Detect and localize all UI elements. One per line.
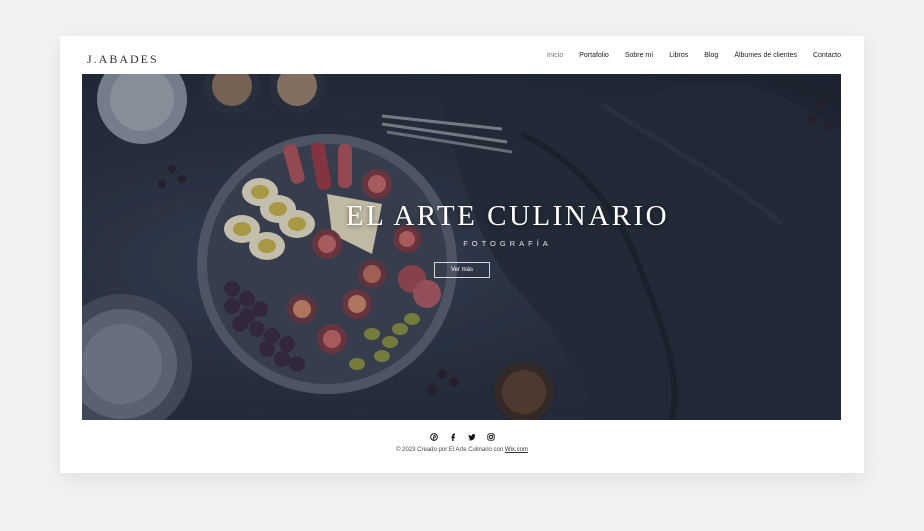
facebook-icon[interactable] (448, 432, 457, 441)
site-frame: J.ABADES Inicio Portafolio Sobre mí Libr… (60, 36, 864, 473)
hero-subtitle: FOTOGRAFÍA (463, 239, 552, 248)
wix-link[interactable]: Wix.com (505, 447, 528, 453)
hero-title: EL ARTE CULINARIO (345, 200, 670, 232)
footer-text: © 2023 Creado por El Arte Culinario con (396, 447, 505, 453)
main-nav: Inicio Portafolio Sobre mí Libros Blog Á… (547, 52, 841, 59)
twitter-icon[interactable] (467, 432, 476, 441)
pinterest-icon[interactable] (429, 432, 438, 441)
ver-mas-button[interactable]: Ver más (434, 262, 490, 278)
nav-item-contacto[interactable]: Contacto (813, 52, 841, 59)
instagram-icon[interactable] (486, 432, 495, 441)
nav-item-blog[interactable]: Blog (704, 52, 718, 59)
hero-banner: EL ARTE CULINARIO FOTOGRAFÍA Ver más (82, 74, 841, 420)
nav-item-inicio[interactable]: Inicio (547, 52, 563, 59)
site-logo[interactable]: J.ABADES (87, 52, 159, 67)
social-bar (60, 432, 864, 441)
nav-item-albumes[interactable]: Álbumes de clientes (734, 52, 797, 59)
nav-item-libros[interactable]: Libros (669, 52, 688, 59)
nav-item-portafolio[interactable]: Portafolio (579, 52, 609, 59)
nav-item-sobre-mi[interactable]: Sobre mí (625, 52, 653, 59)
footer-credit: © 2023 Creado por El Arte Culinario con … (60, 447, 864, 453)
